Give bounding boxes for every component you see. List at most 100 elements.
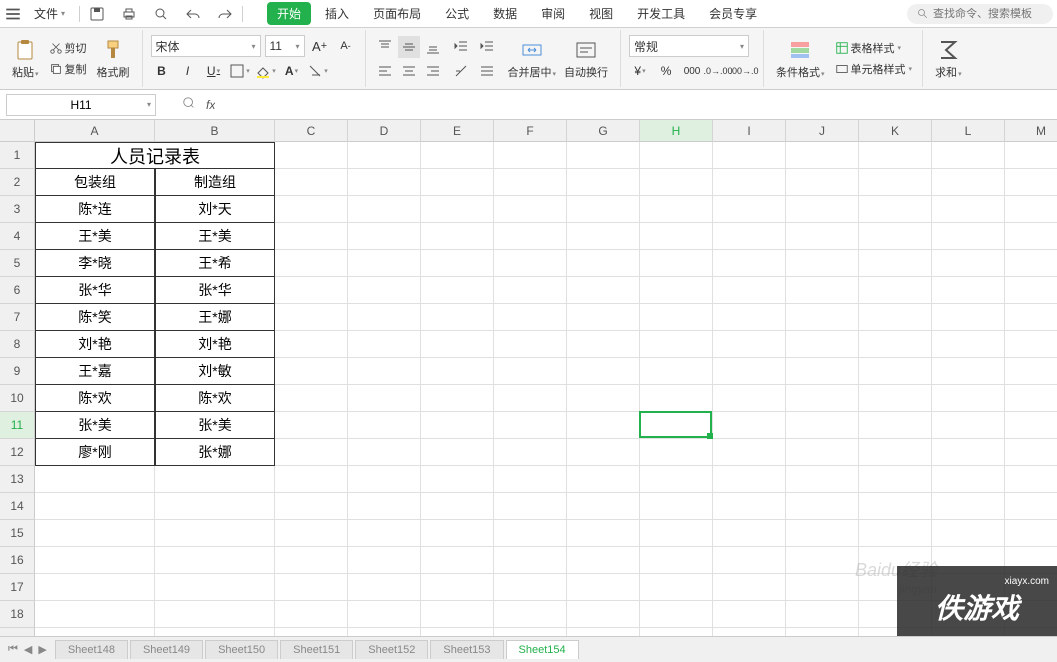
cell[interactable] xyxy=(421,628,494,636)
cell[interactable] xyxy=(859,169,932,196)
italic-icon[interactable]: I xyxy=(177,60,199,82)
format-painter-button[interactable]: 格式刷 xyxy=(93,38,134,80)
tab-dev[interactable]: 开发工具 xyxy=(627,2,695,25)
cell[interactable] xyxy=(1005,547,1057,574)
font-name-select[interactable]: 宋体▾ xyxy=(151,35,261,57)
font-size-select[interactable]: 11▾ xyxy=(265,35,305,57)
cell[interactable] xyxy=(494,169,567,196)
name-box[interactable]: H11 ▾ xyxy=(6,94,156,116)
cell[interactable] xyxy=(932,331,1005,358)
clear-format-icon[interactable]: ▾ xyxy=(307,60,329,82)
cell[interactable] xyxy=(348,358,421,385)
formula-input[interactable] xyxy=(215,94,1057,116)
cell[interactable] xyxy=(786,250,859,277)
redo-icon[interactable] xyxy=(214,3,236,25)
fill-color-icon[interactable]: ▾ xyxy=(255,60,277,82)
row-header[interactable]: 19 xyxy=(0,628,35,636)
column-header[interactable]: M xyxy=(1005,120,1057,142)
cell[interactable] xyxy=(859,277,932,304)
fx-icon[interactable]: fx xyxy=(206,98,215,112)
cell[interactable] xyxy=(640,169,713,196)
cell[interactable] xyxy=(640,439,713,466)
tab-formula[interactable]: 公式 xyxy=(435,2,479,25)
column-header[interactable]: K xyxy=(859,120,932,142)
cell[interactable] xyxy=(713,304,786,331)
cell[interactable] xyxy=(859,493,932,520)
currency-icon[interactable]: ¥▾ xyxy=(629,60,651,82)
cell[interactable] xyxy=(1005,142,1057,169)
cell[interactable]: 王*美 xyxy=(35,223,155,250)
cell[interactable]: 张*华 xyxy=(35,277,155,304)
cell[interactable] xyxy=(640,574,713,601)
cell[interactable] xyxy=(348,466,421,493)
cell[interactable]: 李*晓 xyxy=(35,250,155,277)
cell[interactable] xyxy=(786,358,859,385)
cell[interactable] xyxy=(1005,574,1057,601)
cell[interactable] xyxy=(932,142,1005,169)
cell[interactable] xyxy=(1005,520,1057,547)
cell[interactable] xyxy=(713,250,786,277)
cell[interactable] xyxy=(275,358,348,385)
cell[interactable] xyxy=(932,304,1005,331)
cell[interactable] xyxy=(713,331,786,358)
column-header[interactable]: B xyxy=(155,120,275,142)
cell[interactable] xyxy=(567,358,640,385)
row-header[interactable]: 5 xyxy=(0,250,35,277)
cell[interactable] xyxy=(713,385,786,412)
bold-icon[interactable]: B xyxy=(151,60,173,82)
cell[interactable] xyxy=(421,223,494,250)
cell[interactable] xyxy=(155,574,275,601)
cell[interactable] xyxy=(494,412,567,439)
cell[interactable] xyxy=(155,466,275,493)
cell[interactable] xyxy=(494,466,567,493)
cell[interactable] xyxy=(421,412,494,439)
cell[interactable] xyxy=(932,574,1005,601)
cell[interactable] xyxy=(713,628,786,636)
cell[interactable] xyxy=(859,223,932,250)
cell[interactable] xyxy=(35,574,155,601)
cell[interactable] xyxy=(932,601,1005,628)
cell[interactable] xyxy=(275,169,348,196)
cell[interactable] xyxy=(786,412,859,439)
cell[interactable] xyxy=(348,142,421,169)
font-color-icon[interactable]: A▾ xyxy=(281,60,303,82)
cell[interactable] xyxy=(567,493,640,520)
cell[interactable] xyxy=(275,601,348,628)
cell[interactable] xyxy=(786,142,859,169)
cell[interactable]: 人员记录表 xyxy=(35,142,275,169)
cell[interactable] xyxy=(348,493,421,520)
sheet-nav-next-icon[interactable]: ▶ xyxy=(38,643,46,656)
cell[interactable] xyxy=(932,196,1005,223)
cell[interactable] xyxy=(35,466,155,493)
cell[interactable] xyxy=(713,358,786,385)
cell[interactable] xyxy=(567,304,640,331)
cell[interactable] xyxy=(1005,601,1057,628)
cell[interactable] xyxy=(567,169,640,196)
row-header[interactable]: 4 xyxy=(0,223,35,250)
cell[interactable] xyxy=(275,331,348,358)
cell[interactable] xyxy=(494,277,567,304)
cell[interactable] xyxy=(35,601,155,628)
cell[interactable] xyxy=(640,628,713,636)
cell[interactable] xyxy=(567,412,640,439)
print-icon[interactable] xyxy=(118,3,140,25)
cell[interactable] xyxy=(932,439,1005,466)
increase-decimal-icon[interactable]: .0→.00 xyxy=(707,60,729,82)
cell[interactable] xyxy=(859,196,932,223)
cell[interactable] xyxy=(640,520,713,547)
row-header[interactable]: 11 xyxy=(0,412,35,439)
cond-format-button[interactable]: 条件格式▾ xyxy=(772,38,829,80)
cell[interactable] xyxy=(859,466,932,493)
cell[interactable] xyxy=(713,142,786,169)
cell[interactable] xyxy=(640,277,713,304)
print-preview-icon[interactable] xyxy=(150,3,172,25)
cell[interactable] xyxy=(155,601,275,628)
cell[interactable] xyxy=(932,277,1005,304)
cell[interactable] xyxy=(348,385,421,412)
cut-button[interactable]: 剪切 xyxy=(47,39,89,57)
copy-button[interactable]: 复制 xyxy=(47,60,89,78)
cell[interactable] xyxy=(421,304,494,331)
cell[interactable] xyxy=(421,331,494,358)
paste-button[interactable]: 粘贴▾ xyxy=(8,38,43,80)
row-header[interactable]: 6 xyxy=(0,277,35,304)
